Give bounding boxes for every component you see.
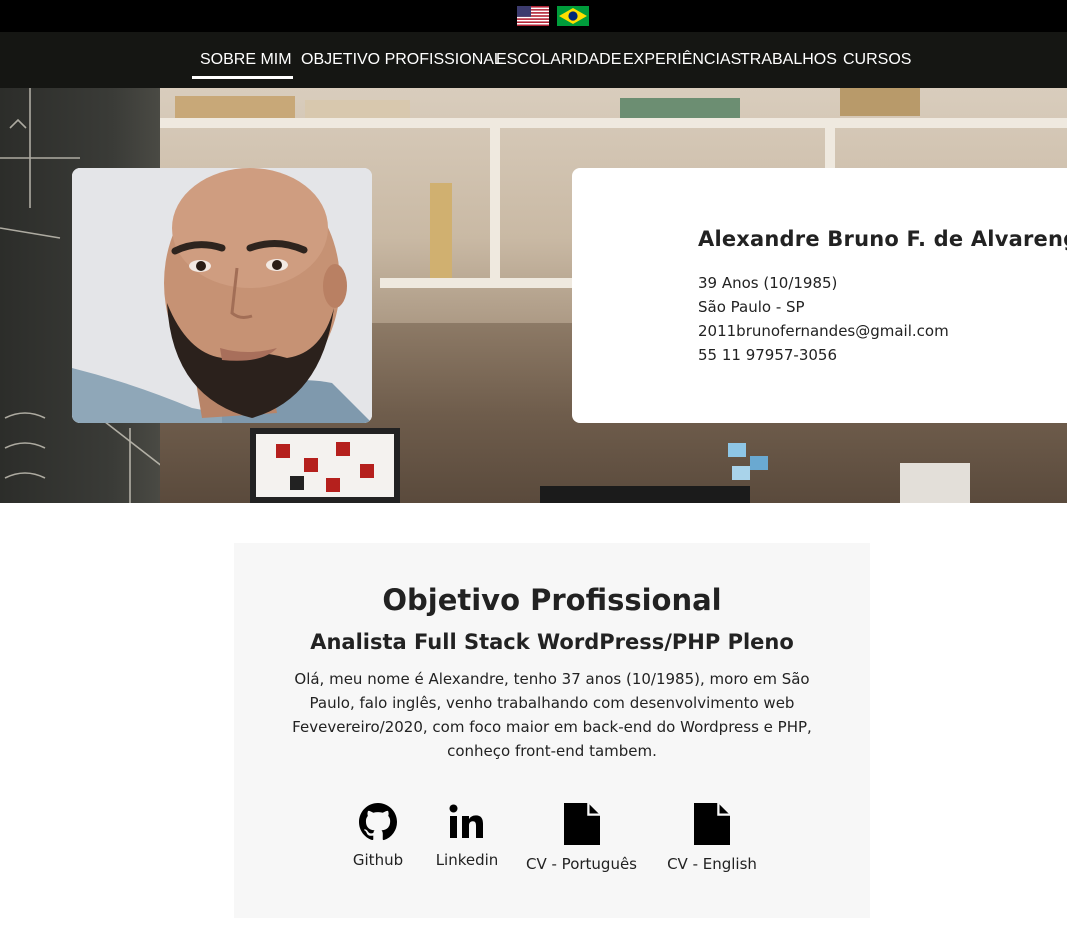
objective-title: Objetivo Profissional [382, 583, 722, 617]
hero-sticky-note [732, 466, 750, 480]
language-bar [0, 0, 1067, 32]
cv-portugues-label: CV - Português [526, 855, 637, 873]
hero-tower-ornament [430, 183, 452, 278]
us-flag-icon[interactable] [517, 6, 549, 26]
nav-item-trabalhos[interactable]: TRABALHOS [740, 51, 837, 69]
linkedin-label: Linkedin [435, 851, 499, 869]
nav-item-cursos[interactable]: CURSOS [843, 51, 911, 69]
nav-item-escolaridade[interactable]: ESCOLARIDADE [496, 51, 621, 69]
nav-active-indicator [192, 76, 293, 79]
linkedin-icon [449, 804, 483, 838]
nav-item-sobre-mim[interactable]: SOBRE MIM [200, 51, 292, 69]
nav-item-experiencias[interactable]: EXPERIÊNCIAS [623, 51, 741, 69]
profile-age: 39 Anos (10/1985) [698, 274, 838, 292]
brazil-flag-icon[interactable] [557, 6, 589, 26]
objective-subtitle: Analista Full Stack WordPress/PHP Pleno [310, 630, 794, 654]
linkedin-link[interactable]: Linkedin [432, 803, 502, 869]
profile-email[interactable]: 2011brunofernandes@gmail.com [698, 322, 949, 340]
hero-sticky-note [750, 456, 768, 470]
cv-english-link[interactable]: CV - English [662, 803, 762, 873]
objective-description: Olá, meu nome é Alexandre, tenho 37 anos… [292, 670, 812, 760]
avatar [72, 168, 372, 423]
hero-monitor [540, 486, 750, 503]
document-icon [694, 803, 730, 845]
document-icon [563, 803, 600, 845]
hero-sticky-note [728, 443, 746, 457]
hero-shelf [160, 118, 1067, 128]
objective-section: Objetivo Profissional Analista Full Stac… [234, 543, 870, 918]
hero-books [305, 100, 410, 118]
github-link[interactable]: Github [348, 803, 408, 869]
hero-desk-object [900, 463, 970, 503]
hero-shelf-divider [490, 128, 500, 288]
profile-location: São Paulo - SP [698, 298, 805, 316]
profile-name: Alexandre Bruno F. de Alvarenga [698, 227, 1067, 251]
cv-portugues-link[interactable]: CV - Português [524, 803, 639, 873]
hero-books [175, 96, 295, 118]
profile-info-card: Alexandre Bruno F. de Alvarenga 39 Anos … [572, 168, 1067, 423]
profile-photo [72, 168, 372, 423]
main-nav: SOBRE MIM OBJETIVO PROFISSIONAL ESCOLARI… [0, 32, 1067, 88]
hero-picture-frame [250, 428, 400, 503]
github-label: Github [352, 851, 404, 869]
nav-item-objetivo-profissional[interactable]: OBJETIVO PROFISSIONAL [301, 51, 503, 69]
github-icon [359, 803, 397, 841]
hero-books [620, 98, 740, 118]
cv-english-label: CV - English [667, 855, 757, 873]
hero-frames [840, 88, 920, 116]
profile-phone[interactable]: 55 11 97957-3056 [698, 346, 837, 364]
